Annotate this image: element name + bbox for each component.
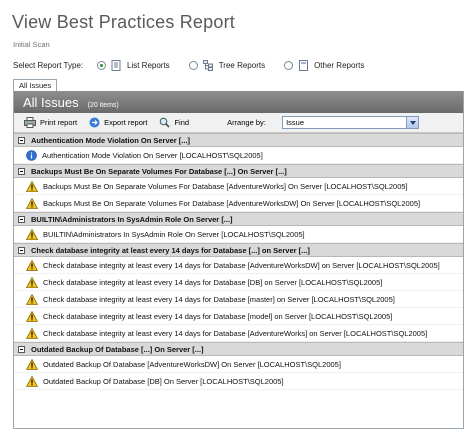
issue-text: Check database integrity at least every … bbox=[43, 277, 383, 287]
issue-row[interactable]: Check database integrity at least every … bbox=[14, 291, 463, 308]
issue-row[interactable]: Check database integrity at least every … bbox=[14, 257, 463, 274]
issue-text: Check database integrity at least every … bbox=[43, 294, 395, 304]
report-type-option-list[interactable]: List Reports bbox=[97, 59, 170, 71]
group-header[interactable]: Authentication Mode Violation On Server … bbox=[14, 133, 463, 147]
issue-row[interactable]: Check database integrity at least every … bbox=[14, 308, 463, 325]
issue-text: Authentication Mode Violation On Server … bbox=[42, 150, 263, 160]
group-title: BUILTIN\Administrators In SysAdmin Role … bbox=[31, 214, 233, 224]
collapse-icon[interactable] bbox=[18, 345, 25, 353]
issue-row[interactable]: Check database integrity at least every … bbox=[14, 325, 463, 342]
group-title: Authentication Mode Violation On Server … bbox=[31, 135, 191, 145]
issue-text: BUILTIN\Administrators In SysAdmin Role … bbox=[43, 229, 305, 239]
issue-text: Backups Must Be On Separate Volumes For … bbox=[43, 198, 421, 208]
arrange-by-select[interactable]: Issue bbox=[282, 116, 420, 129]
collapse-icon[interactable] bbox=[18, 246, 25, 254]
tree-report-icon bbox=[202, 59, 214, 71]
banner-title: All Issues bbox=[23, 95, 79, 110]
issue-row[interactable]: Outdated Backup Of Database [DB] On Serv… bbox=[14, 373, 463, 390]
search-icon bbox=[160, 117, 171, 128]
group-title: Outdated Backup Of Database [...] On Ser… bbox=[31, 344, 204, 354]
report-type-option-tree[interactable]: Tree Reports bbox=[188, 59, 266, 71]
list-reports-label: List Reports bbox=[127, 60, 170, 70]
arrange-by-label: Arrange by: bbox=[227, 118, 266, 127]
warning-icon bbox=[26, 310, 38, 322]
warning-icon bbox=[26, 327, 38, 339]
collapse-icon[interactable] bbox=[18, 215, 25, 223]
print-report-label: Print report bbox=[40, 118, 78, 127]
warning-icon bbox=[26, 276, 38, 288]
warning-icon bbox=[26, 228, 38, 240]
warning-icon bbox=[26, 180, 38, 192]
issues-banner: All Issues (20 items) bbox=[14, 91, 463, 113]
issue-text: Check database integrity at least every … bbox=[43, 311, 393, 321]
warning-icon bbox=[26, 375, 38, 387]
warning-icon bbox=[26, 197, 38, 209]
group-header[interactable]: Check database integrity at least every … bbox=[14, 243, 463, 257]
issue-text: Outdated Backup Of Database [AdventureWo… bbox=[43, 359, 341, 369]
issue-row[interactable]: Backups Must Be On Separate Volumes For … bbox=[14, 178, 463, 195]
report-type-label: Select Report Type: bbox=[13, 60, 84, 70]
group-header[interactable]: Backups Must Be On Separate Volumes For … bbox=[14, 164, 463, 178]
info-icon bbox=[26, 149, 37, 161]
printer-icon bbox=[24, 117, 36, 128]
issue-row[interactable]: Outdated Backup Of Database [AdventureWo… bbox=[14, 356, 463, 373]
report-type-selector: Select Report Type: List Reports Tree Re… bbox=[13, 59, 383, 71]
list-report-icon bbox=[111, 59, 122, 71]
issue-row[interactable]: Backups Must Be On Separate Volumes For … bbox=[14, 195, 463, 212]
other-reports-label: Other Reports bbox=[314, 60, 365, 70]
other-report-icon bbox=[298, 59, 309, 71]
collapse-icon[interactable] bbox=[18, 136, 25, 144]
page-title: View Best Practices Report bbox=[12, 12, 235, 32]
issue-text: Backups Must Be On Separate Volumes For … bbox=[43, 181, 408, 191]
print-report-button[interactable]: Print report bbox=[24, 117, 77, 128]
tree-reports-label: Tree Reports bbox=[218, 60, 266, 70]
issue-text: Outdated Backup Of Database [DB] On Serv… bbox=[43, 376, 284, 386]
group-header[interactable]: Outdated Backup Of Database [...] On Ser… bbox=[14, 342, 463, 356]
export-icon bbox=[89, 117, 100, 128]
collapse-icon[interactable] bbox=[18, 167, 25, 175]
scan-name: Initial Scan bbox=[13, 40, 50, 49]
export-report-label: Export report bbox=[104, 118, 148, 127]
report-type-option-other[interactable]: Other Reports bbox=[284, 59, 365, 71]
warning-icon bbox=[26, 358, 38, 370]
item-count: (20 items) bbox=[87, 102, 119, 109]
issue-row[interactable]: Check database integrity at least every … bbox=[14, 274, 463, 291]
arrange-by-value: Issue bbox=[286, 118, 304, 127]
chevron-down-icon[interactable] bbox=[406, 117, 419, 128]
find-button[interactable]: Find bbox=[159, 117, 189, 128]
export-report-button[interactable]: Export report bbox=[89, 117, 147, 128]
group-title: Check database integrity at least every … bbox=[31, 245, 310, 255]
issue-row[interactable]: BUILTIN\Administrators In SysAdmin Role … bbox=[14, 226, 463, 243]
issue-text: Check database integrity at least every … bbox=[43, 260, 440, 270]
issue-text: Check database integrity at least every … bbox=[43, 328, 428, 338]
issues-panel: All Issues (20 items) Print report Expor… bbox=[13, 91, 464, 429]
group-title: Backups Must Be On Separate Volumes For … bbox=[31, 166, 287, 176]
list-reports-radio[interactable] bbox=[97, 60, 106, 70]
other-reports-radio[interactable] bbox=[284, 60, 294, 70]
tree-reports-radio[interactable] bbox=[188, 60, 198, 70]
issue-row[interactable]: Authentication Mode Violation On Server … bbox=[14, 147, 463, 164]
warning-icon bbox=[26, 259, 38, 271]
issue-list: Authentication Mode Violation On Server … bbox=[14, 133, 463, 390]
find-label: Find bbox=[174, 118, 190, 127]
warning-icon bbox=[26, 293, 38, 305]
report-toolbar: Print report Export report Find Arrange … bbox=[14, 113, 463, 133]
group-header[interactable]: BUILTIN\Administrators In SysAdmin Role … bbox=[14, 212, 463, 226]
